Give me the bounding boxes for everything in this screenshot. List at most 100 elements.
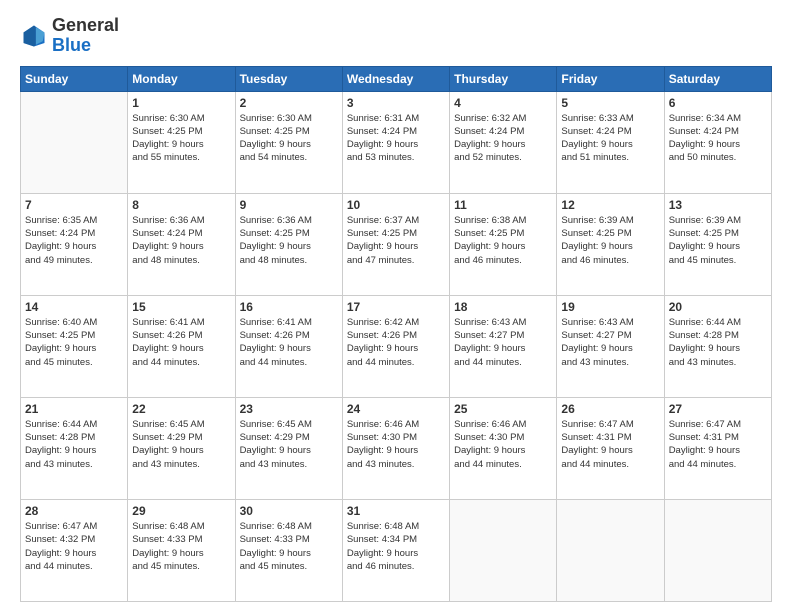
day-number: 9 (240, 198, 338, 212)
weekday-row: SundayMondayTuesdayWednesdayThursdayFrid… (21, 66, 772, 91)
calendar-cell (557, 499, 664, 601)
day-number: 22 (132, 402, 230, 416)
day-info: Sunrise: 6:46 AM Sunset: 4:30 PM Dayligh… (454, 418, 552, 471)
calendar-week-3: 21 Sunrise: 6:44 AM Sunset: 4:28 PM Dayli… (21, 397, 772, 499)
day-info: Sunrise: 6:40 AM Sunset: 4:25 PM Dayligh… (25, 316, 123, 369)
day-number: 31 (347, 504, 445, 518)
day-number: 18 (454, 300, 552, 314)
header: General Blue (20, 16, 772, 56)
day-number: 26 (561, 402, 659, 416)
calendar-cell: 21 Sunrise: 6:44 AM Sunset: 4:28 PM Dayli… (21, 397, 128, 499)
day-info: Sunrise: 6:34 AM Sunset: 4:24 PM Dayligh… (669, 112, 767, 165)
day-number: 16 (240, 300, 338, 314)
calendar-week-1: 7 Sunrise: 6:35 AM Sunset: 4:24 PM Daylig… (21, 193, 772, 295)
day-info: Sunrise: 6:48 AM Sunset: 4:33 PM Dayligh… (132, 520, 230, 573)
weekday-header-wednesday: Wednesday (342, 66, 449, 91)
day-info: Sunrise: 6:30 AM Sunset: 4:25 PM Dayligh… (240, 112, 338, 165)
day-info: Sunrise: 6:39 AM Sunset: 4:25 PM Dayligh… (669, 214, 767, 267)
day-info: Sunrise: 6:43 AM Sunset: 4:27 PM Dayligh… (454, 316, 552, 369)
day-info: Sunrise: 6:35 AM Sunset: 4:24 PM Dayligh… (25, 214, 123, 267)
calendar-week-4: 28 Sunrise: 6:47 AM Sunset: 4:32 PM Dayli… (21, 499, 772, 601)
day-number: 20 (669, 300, 767, 314)
day-number: 7 (25, 198, 123, 212)
day-number: 24 (347, 402, 445, 416)
calendar-header: SundayMondayTuesdayWednesdayThursdayFrid… (21, 66, 772, 91)
day-info: Sunrise: 6:31 AM Sunset: 4:24 PM Dayligh… (347, 112, 445, 165)
day-number: 25 (454, 402, 552, 416)
day-number: 1 (132, 96, 230, 110)
day-number: 17 (347, 300, 445, 314)
day-info: Sunrise: 6:48 AM Sunset: 4:33 PM Dayligh… (240, 520, 338, 573)
calendar-cell: 15 Sunrise: 6:41 AM Sunset: 4:26 PM Dayli… (128, 295, 235, 397)
day-number: 12 (561, 198, 659, 212)
calendar-cell: 25 Sunrise: 6:46 AM Sunset: 4:30 PM Dayli… (450, 397, 557, 499)
day-info: Sunrise: 6:38 AM Sunset: 4:25 PM Dayligh… (454, 214, 552, 267)
day-info: Sunrise: 6:44 AM Sunset: 4:28 PM Dayligh… (25, 418, 123, 471)
calendar-cell: 10 Sunrise: 6:37 AM Sunset: 4:25 PM Dayli… (342, 193, 449, 295)
day-info: Sunrise: 6:32 AM Sunset: 4:24 PM Dayligh… (454, 112, 552, 165)
calendar-table: SundayMondayTuesdayWednesdayThursdayFrid… (20, 66, 772, 602)
calendar-cell: 24 Sunrise: 6:46 AM Sunset: 4:30 PM Dayli… (342, 397, 449, 499)
calendar-week-2: 14Sunrise: 6:40 AM Sunset: 4:25 PM Dayli… (21, 295, 772, 397)
calendar-cell: 4 Sunrise: 6:32 AM Sunset: 4:24 PM Daylig… (450, 91, 557, 193)
calendar-cell: 23 Sunrise: 6:45 AM Sunset: 4:29 PM Dayli… (235, 397, 342, 499)
day-number: 28 (25, 504, 123, 518)
page: General Blue SundayMondayTuesdayWednesda… (0, 0, 792, 612)
calendar-cell: 22Sunrise: 6:45 AM Sunset: 4:29 PM Dayli… (128, 397, 235, 499)
day-info: Sunrise: 6:37 AM Sunset: 4:25 PM Dayligh… (347, 214, 445, 267)
day-number: 10 (347, 198, 445, 212)
logo: General Blue (20, 16, 119, 56)
calendar-cell (664, 499, 771, 601)
calendar-cell: 5 Sunrise: 6:33 AM Sunset: 4:24 PM Daylig… (557, 91, 664, 193)
logo-icon (20, 22, 48, 50)
calendar-cell: 9Sunrise: 6:36 AM Sunset: 4:25 PM Daylig… (235, 193, 342, 295)
calendar-cell: 16 Sunrise: 6:41 AM Sunset: 4:26 PM Dayli… (235, 295, 342, 397)
calendar-cell: 30 Sunrise: 6:48 AM Sunset: 4:33 PM Dayli… (235, 499, 342, 601)
calendar-cell: 13 Sunrise: 6:39 AM Sunset: 4:25 PM Dayli… (664, 193, 771, 295)
calendar-cell: 8Sunrise: 6:36 AM Sunset: 4:24 PM Daylig… (128, 193, 235, 295)
day-info: Sunrise: 6:43 AM Sunset: 4:27 PM Dayligh… (561, 316, 659, 369)
day-info: Sunrise: 6:47 AM Sunset: 4:31 PM Dayligh… (669, 418, 767, 471)
day-number: 30 (240, 504, 338, 518)
day-number: 23 (240, 402, 338, 416)
day-info: Sunrise: 6:41 AM Sunset: 4:26 PM Dayligh… (132, 316, 230, 369)
calendar-cell: 28 Sunrise: 6:47 AM Sunset: 4:32 PM Dayli… (21, 499, 128, 601)
day-number: 15 (132, 300, 230, 314)
day-info: Sunrise: 6:45 AM Sunset: 4:29 PM Dayligh… (240, 418, 338, 471)
weekday-header-friday: Friday (557, 66, 664, 91)
calendar-body: 1 Sunrise: 6:30 AM Sunset: 4:25 PM Daylig… (21, 91, 772, 601)
day-info: Sunrise: 6:41 AM Sunset: 4:26 PM Dayligh… (240, 316, 338, 369)
calendar-cell: 18 Sunrise: 6:43 AM Sunset: 4:27 PM Dayli… (450, 295, 557, 397)
calendar-cell (450, 499, 557, 601)
day-number: 29 (132, 504, 230, 518)
weekday-header-tuesday: Tuesday (235, 66, 342, 91)
day-info: Sunrise: 6:36 AM Sunset: 4:24 PM Dayligh… (132, 214, 230, 267)
calendar-week-0: 1 Sunrise: 6:30 AM Sunset: 4:25 PM Daylig… (21, 91, 772, 193)
day-info: Sunrise: 6:48 AM Sunset: 4:34 PM Dayligh… (347, 520, 445, 573)
day-number: 27 (669, 402, 767, 416)
calendar-cell (21, 91, 128, 193)
calendar-cell: 3Sunrise: 6:31 AM Sunset: 4:24 PM Daylig… (342, 91, 449, 193)
calendar-cell: 6 Sunrise: 6:34 AM Sunset: 4:24 PM Daylig… (664, 91, 771, 193)
day-number: 5 (561, 96, 659, 110)
day-info: Sunrise: 6:46 AM Sunset: 4:30 PM Dayligh… (347, 418, 445, 471)
calendar-cell: 26Sunrise: 6:47 AM Sunset: 4:31 PM Dayli… (557, 397, 664, 499)
calendar-cell: 14Sunrise: 6:40 AM Sunset: 4:25 PM Dayli… (21, 295, 128, 397)
day-number: 13 (669, 198, 767, 212)
day-number: 21 (25, 402, 123, 416)
day-info: Sunrise: 6:47 AM Sunset: 4:32 PM Dayligh… (25, 520, 123, 573)
day-number: 19 (561, 300, 659, 314)
calendar-cell: 2Sunrise: 6:30 AM Sunset: 4:25 PM Daylig… (235, 91, 342, 193)
calendar-cell: 27 Sunrise: 6:47 AM Sunset: 4:31 PM Dayli… (664, 397, 771, 499)
weekday-header-monday: Monday (128, 66, 235, 91)
day-info: Sunrise: 6:33 AM Sunset: 4:24 PM Dayligh… (561, 112, 659, 165)
weekday-header-thursday: Thursday (450, 66, 557, 91)
calendar-cell: 19 Sunrise: 6:43 AM Sunset: 4:27 PM Dayli… (557, 295, 664, 397)
calendar-cell: 20Sunrise: 6:44 AM Sunset: 4:28 PM Dayli… (664, 295, 771, 397)
calendar-cell: 1 Sunrise: 6:30 AM Sunset: 4:25 PM Daylig… (128, 91, 235, 193)
calendar-cell: 17Sunrise: 6:42 AM Sunset: 4:26 PM Dayli… (342, 295, 449, 397)
calendar-cell: 12Sunrise: 6:39 AM Sunset: 4:25 PM Dayli… (557, 193, 664, 295)
day-info: Sunrise: 6:30 AM Sunset: 4:25 PM Dayligh… (132, 112, 230, 165)
day-number: 4 (454, 96, 552, 110)
day-number: 6 (669, 96, 767, 110)
